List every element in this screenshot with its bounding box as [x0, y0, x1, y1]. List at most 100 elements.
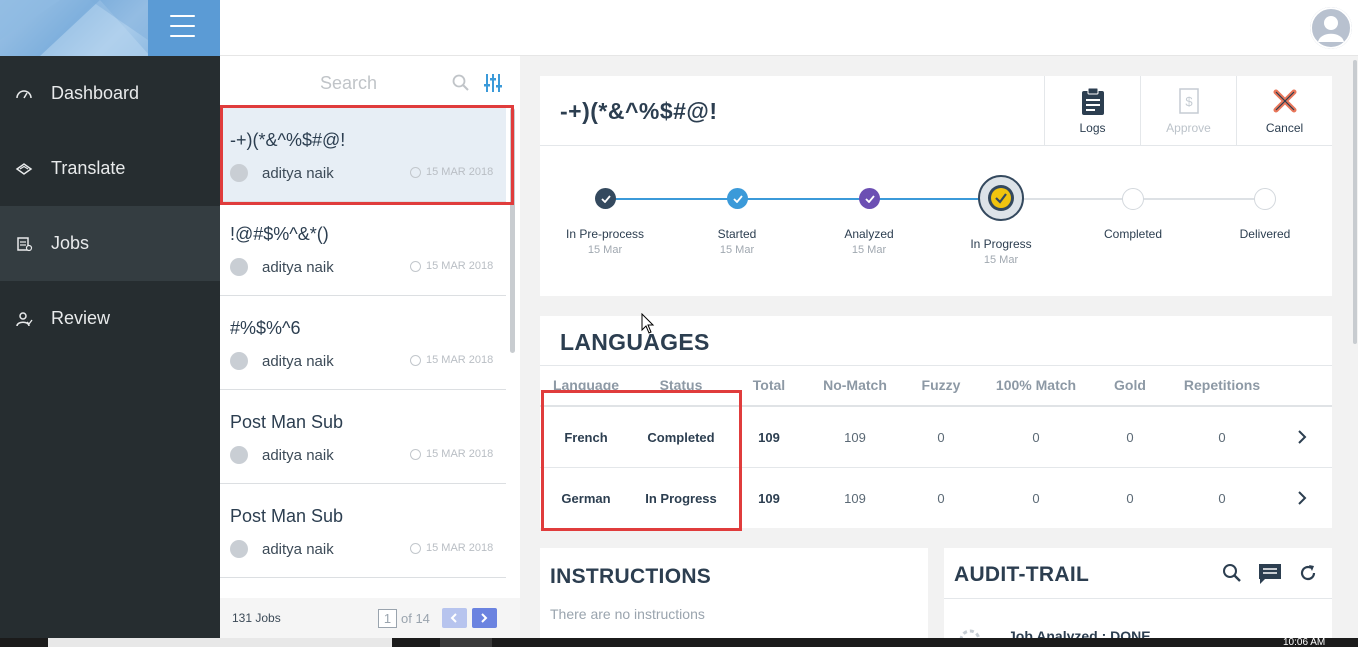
- highlight-box: [541, 390, 742, 531]
- job-title: Post Man Sub: [230, 412, 344, 432]
- hamburger-menu-icon[interactable]: [170, 15, 195, 37]
- column-header: Total: [752, 377, 786, 393]
- job-date: 15 MAR 2018: [410, 166, 493, 178]
- repetitions-cell: 0: [1218, 491, 1226, 506]
- job-list-item[interactable]: Post Man Sub aditya naik 15 MAR 2018: [220, 484, 506, 578]
- languages-title: LANGUAGES: [560, 329, 710, 355]
- fuzzy-cell: 0: [937, 491, 945, 506]
- pending-circle-icon: [1254, 188, 1276, 210]
- mouse-cursor-icon: [641, 312, 655, 340]
- total-cell: 109: [758, 491, 780, 506]
- chevron-right-icon[interactable]: [1297, 491, 1307, 505]
- page-number-input[interactable]: 1: [378, 608, 397, 628]
- timeline-label: In Progress: [970, 237, 1032, 251]
- job-owner-name: aditya naik: [262, 540, 334, 558]
- timeline-label: Analyzed: [844, 227, 894, 241]
- column-header: Repetitions: [1183, 377, 1261, 393]
- sidebar-item-label: Translate: [51, 158, 126, 178]
- column-header: Status: [659, 377, 703, 393]
- job-owner-name: aditya naik: [262, 164, 334, 182]
- job-owner-name: aditya naik: [262, 446, 334, 464]
- search-icon[interactable]: [1222, 563, 1242, 590]
- prev-page-button[interactable]: [441, 608, 467, 628]
- pending-circle-icon: [1122, 188, 1144, 210]
- timeline-label: Started: [717, 227, 757, 241]
- cancel-button[interactable]: Cancel: [1236, 76, 1332, 145]
- user-icon: [230, 540, 248, 558]
- job-list-item[interactable]: -+)(*&^%$#@! aditya naik 15 MAR 2018: [220, 108, 506, 202]
- job-date-text: 15 MAR 2018: [426, 166, 494, 178]
- language-cell: German: [561, 491, 611, 506]
- next-page-button[interactable]: [471, 608, 497, 628]
- column-header: 100% Match: [995, 377, 1077, 393]
- user-icon: [230, 258, 248, 276]
- job-list-item[interactable]: !@#$%^&*() aditya naik 15 MAR 2018: [220, 202, 506, 296]
- job-owner-name: aditya naik: [262, 352, 334, 370]
- audit-toolbar: [1206, 563, 1318, 590]
- timeline-date: 15 Mar: [983, 254, 1019, 266]
- sidebar-item-translate[interactable]: Translate: [0, 131, 220, 206]
- job-detail-card: -+)(*&^%$#@! Logs $ Approve Cancel In Pr…: [540, 76, 1332, 296]
- user-avatar-icon[interactable]: [1310, 7, 1352, 49]
- job-list-scrollbar[interactable]: [510, 108, 515, 353]
- job-owner: aditya naik: [230, 540, 334, 558]
- jobs-icon: [14, 235, 34, 253]
- gauge-icon: [14, 85, 34, 103]
- timeline-progress-line: [605, 198, 1000, 200]
- sidebar-item-label: Review: [51, 308, 111, 328]
- job-status-timeline: In Pre-process 15 Mar Started 15 Mar Ana…: [540, 146, 1332, 296]
- job-title: !@#$%^&*(): [230, 224, 329, 244]
- check-circle-icon: [859, 188, 880, 209]
- timeline-label: In Pre-process: [565, 227, 645, 241]
- refresh-icon[interactable]: [1298, 563, 1318, 590]
- job-owner-name: aditya naik: [262, 258, 334, 276]
- languages-card: LANGUAGES Language Status Total No-Match…: [540, 316, 1332, 531]
- chevron-right-icon[interactable]: [1297, 430, 1307, 444]
- translate-icon: [14, 160, 34, 178]
- instructions-card: INSTRUCTIONS There are no instructions: [540, 548, 928, 638]
- clipboard-icon: [1081, 87, 1105, 121]
- job-name: -+)(*&^%$#@!: [560, 98, 718, 124]
- search-input[interactable]: Search: [320, 73, 377, 94]
- approve-label: Approve: [1166, 121, 1211, 135]
- search-icon[interactable]: [452, 74, 470, 97]
- audit-trail-card: AUDIT-TRAIL Job Analyzed : DONE: [944, 548, 1332, 647]
- sidebar-item-label: Jobs: [51, 233, 90, 253]
- clock-icon: [410, 260, 421, 272]
- job-title: Post Man Sub: [230, 506, 344, 526]
- timeline-label: Completed: [1103, 227, 1163, 241]
- column-header: Language: [552, 377, 620, 393]
- repetitions-cell: 0: [1218, 430, 1226, 445]
- search-bar: Search: [220, 56, 520, 108]
- filter-sliders-icon[interactable]: [484, 73, 502, 98]
- job-list-item[interactable]: #%$%^6 aditya naik 15 MAR 2018: [220, 296, 506, 390]
- sidebar-item-review[interactable]: Review: [0, 281, 220, 356]
- instructions-title: INSTRUCTIONS: [550, 565, 712, 588]
- job-date: 15 MAR 2018: [410, 448, 493, 460]
- timeline-date: 15 Mar: [851, 244, 887, 256]
- job-title: #%$%^6: [230, 318, 301, 338]
- sidebar-item-dashboard[interactable]: Dashboard: [0, 56, 220, 131]
- current-step-icon: [978, 175, 1024, 221]
- status-cell: In Progress: [645, 491, 717, 506]
- no-match-cell: 109: [844, 430, 866, 445]
- job-title: -+)(*&^%$#@!: [230, 130, 346, 150]
- gold-cell: 0: [1126, 491, 1134, 506]
- sidebar-item-label: Dashboard: [51, 83, 140, 103]
- logs-button[interactable]: Logs: [1044, 76, 1140, 145]
- cancel-x-icon: [1272, 88, 1298, 119]
- match100-cell: 0: [1032, 491, 1040, 506]
- sidebar-item-jobs[interactable]: Jobs: [0, 206, 220, 281]
- job-owner: aditya naik: [230, 446, 334, 464]
- job-owner: aditya naik: [230, 164, 334, 182]
- check-circle-icon: [595, 188, 616, 209]
- comment-icon[interactable]: [1258, 563, 1282, 590]
- job-date-text: 15 MAR 2018: [426, 542, 494, 554]
- job-date-text: 15 MAR 2018: [426, 448, 494, 460]
- timeline-date: 15 Mar: [719, 244, 755, 256]
- job-list-item[interactable]: Post Man Sub aditya naik 15 MAR 2018: [220, 390, 506, 484]
- approve-button[interactable]: $ Approve: [1140, 76, 1236, 145]
- main-scrollbar[interactable]: [1352, 56, 1358, 638]
- svg-text:$: $: [1185, 94, 1193, 109]
- instructions-empty-text: There are no instructions: [550, 606, 705, 622]
